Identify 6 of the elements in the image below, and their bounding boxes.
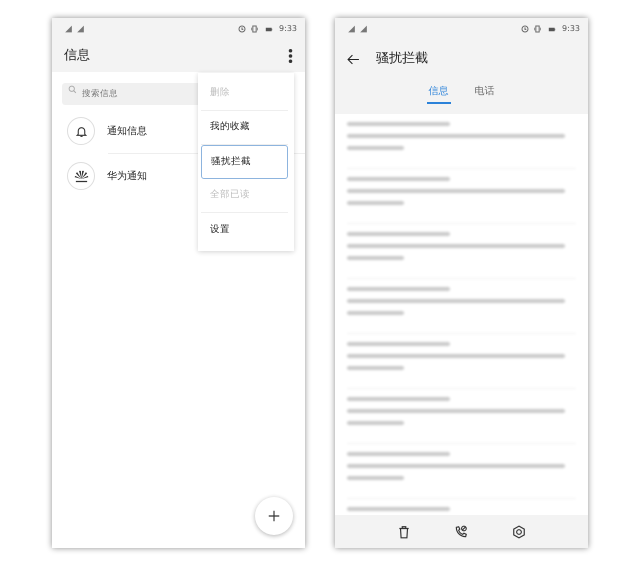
contact-name: 通知信息 — [107, 124, 147, 138]
screen-title: 骚扰拦截 — [376, 50, 428, 68]
status-time: 9:33 — [279, 23, 297, 35]
status-time: 9:33 — [562, 23, 580, 35]
screen-title: 信息 — [64, 47, 90, 66]
contact-name: 华为通知 — [107, 170, 147, 184]
